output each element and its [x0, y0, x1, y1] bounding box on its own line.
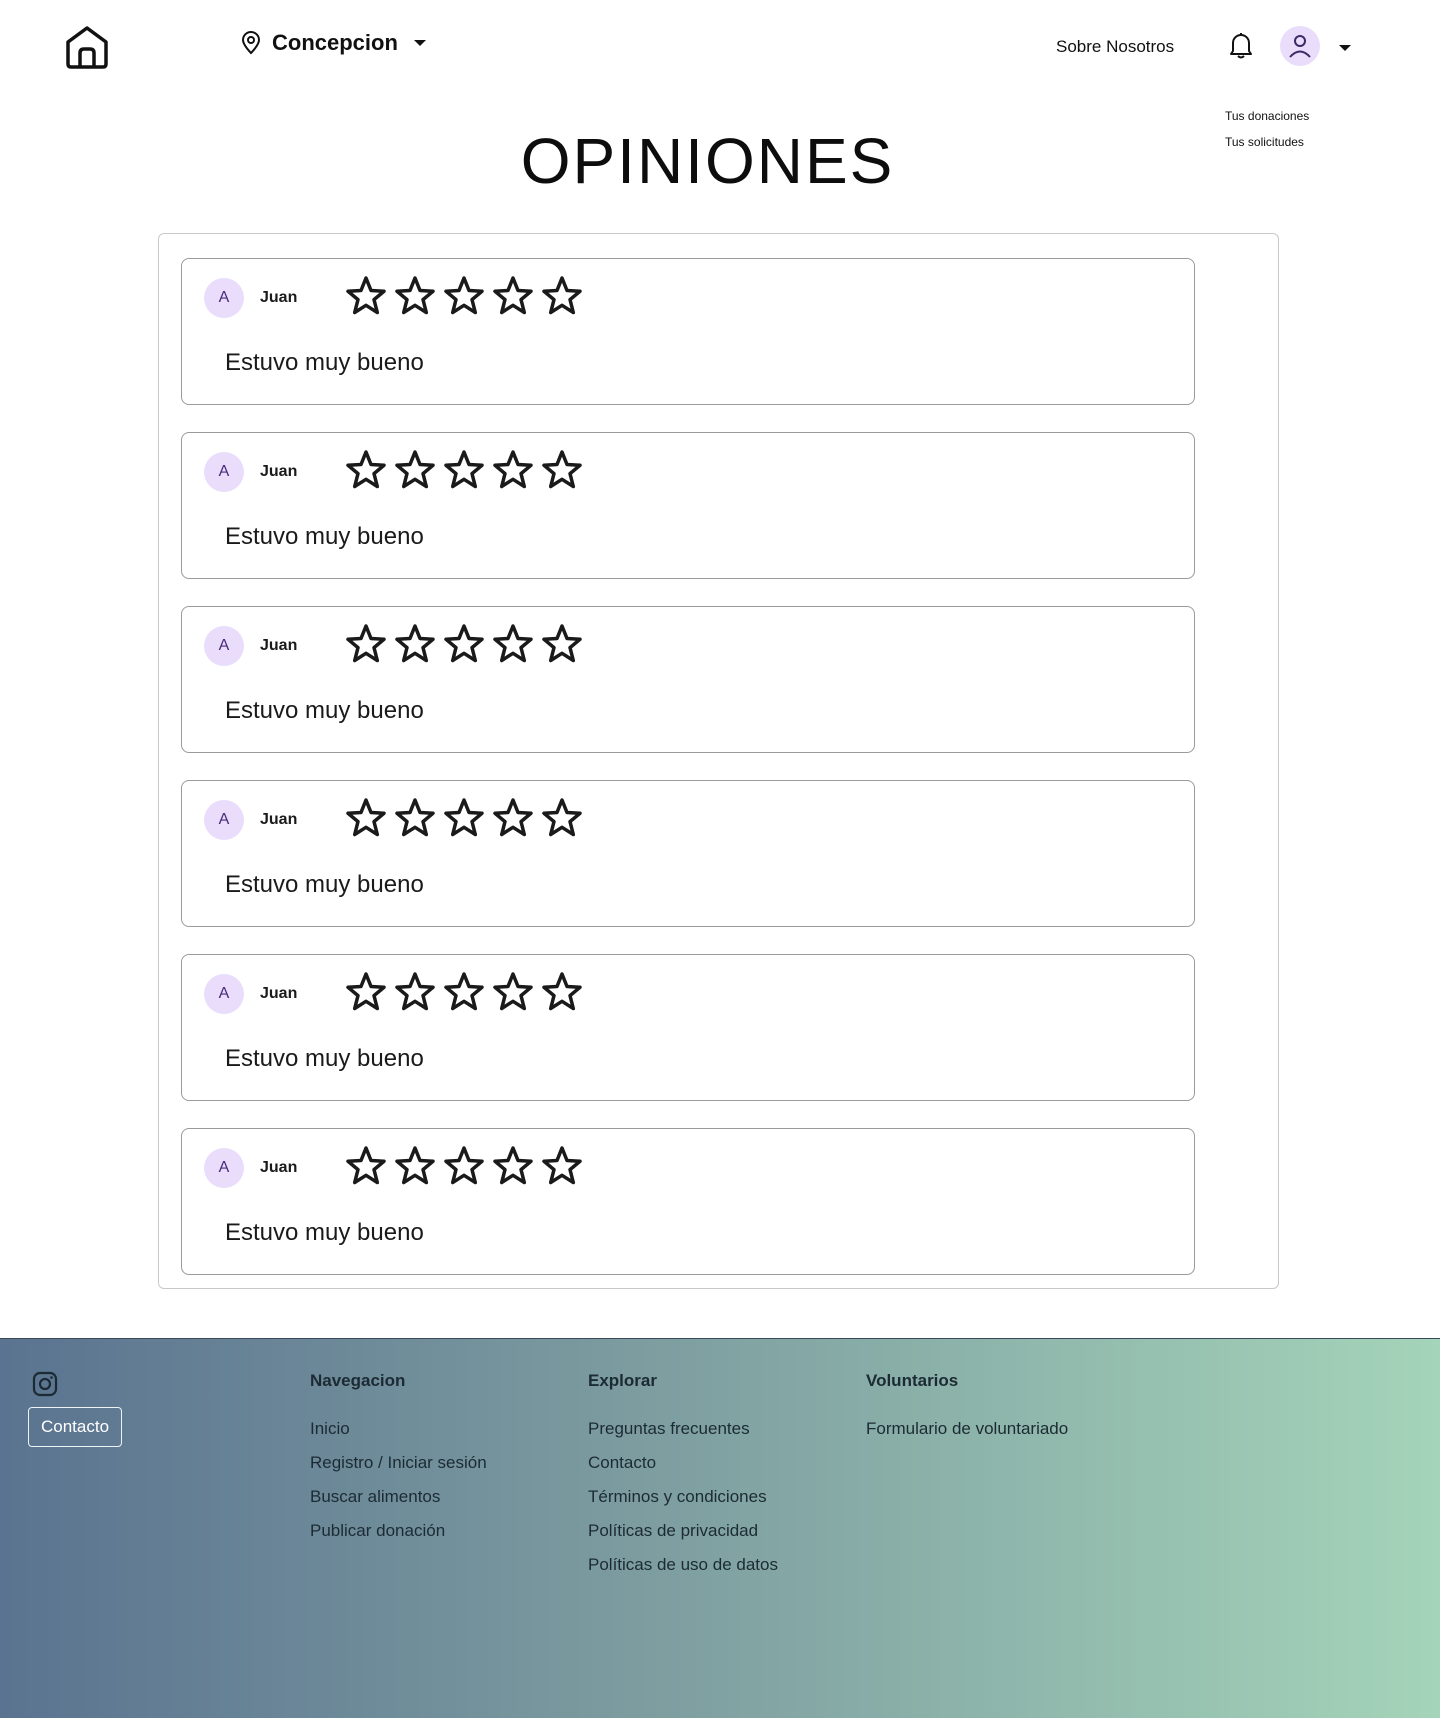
star-outline-icon[interactable] [540, 622, 584, 666]
star-outline-icon[interactable] [393, 622, 437, 666]
star-outline-icon[interactable] [393, 448, 437, 492]
star-outline-icon[interactable] [344, 622, 388, 666]
star-outline-icon[interactable] [393, 796, 437, 840]
top-nav: Concepcion Sobre Nosotros Tus donaciones… [0, 0, 1440, 149]
star-outline-icon[interactable] [540, 448, 584, 492]
home-icon[interactable] [64, 24, 110, 70]
star-outline-icon[interactable] [393, 1144, 437, 1188]
review-text: Estuvo muy bueno [225, 1219, 424, 1246]
star-outline-icon[interactable] [344, 796, 388, 840]
nav-link-about[interactable]: Sobre Nosotros [1056, 37, 1174, 57]
star-rating [344, 970, 584, 1014]
review-card: A Juan Estuvo muy bueno [181, 780, 1195, 927]
review-card: A Juan Estuvo muy bueno [181, 432, 1195, 579]
star-outline-icon[interactable] [540, 970, 584, 1014]
footer-link-login[interactable]: Registro / Iniciar sesión [310, 1453, 487, 1487]
review-card: A Juan Estuvo muy bueno [181, 954, 1195, 1101]
reviewer-avatar: A [204, 452, 244, 492]
footer: Contacto Navegacion Inicio Registro / In… [0, 1338, 1440, 1718]
footer-link-terms[interactable]: Términos y condiciones [588, 1487, 778, 1521]
star-outline-icon[interactable] [491, 448, 535, 492]
star-rating [344, 274, 584, 318]
location-selector[interactable]: Concepcion [240, 30, 428, 56]
footer-heading: Voluntarios [866, 1371, 959, 1390]
star-rating [344, 796, 584, 840]
star-rating [344, 448, 584, 492]
star-outline-icon[interactable] [442, 274, 486, 318]
review-text: Estuvo muy bueno [225, 697, 424, 724]
reviewer-avatar: A [204, 974, 244, 1014]
reviewer-avatar: A [204, 278, 244, 318]
star-outline-icon[interactable] [442, 448, 486, 492]
reviewer-avatar: A [204, 800, 244, 840]
bell-icon[interactable] [1228, 30, 1254, 60]
footer-link-inicio[interactable]: Inicio [310, 1419, 487, 1453]
star-outline-icon[interactable] [344, 970, 388, 1014]
review-text: Estuvo muy bueno [225, 871, 424, 898]
star-outline-icon[interactable] [344, 448, 388, 492]
star-outline-icon[interactable] [344, 1144, 388, 1188]
footer-heading: Explorar [588, 1371, 657, 1390]
footer-link-contact[interactable]: Contacto [588, 1453, 778, 1487]
footer-column-navegacion: Navegacion Inicio Registro / Iniciar ses… [310, 1371, 487, 1555]
star-outline-icon[interactable] [491, 274, 535, 318]
star-outline-icon[interactable] [442, 796, 486, 840]
reviewer-avatar: A [204, 626, 244, 666]
review-card: A Juan Estuvo muy bueno [181, 258, 1195, 405]
star-rating [344, 622, 584, 666]
star-outline-icon[interactable] [491, 1144, 535, 1188]
star-outline-icon[interactable] [442, 970, 486, 1014]
footer-heading: Navegacion [310, 1371, 406, 1390]
footer-link-data-policy[interactable]: Políticas de uso de datos [588, 1555, 778, 1589]
star-outline-icon[interactable] [491, 796, 535, 840]
footer-column-voluntarios: Voluntarios Formulario de voluntariado [866, 1371, 1068, 1453]
footer-link-publish-donation[interactable]: Publicar donación [310, 1521, 487, 1555]
star-rating [344, 1144, 584, 1188]
footer-link-search-food[interactable]: Buscar alimentos [310, 1487, 487, 1521]
star-outline-icon[interactable] [491, 970, 535, 1014]
footer-link-privacy[interactable]: Políticas de privacidad [588, 1521, 778, 1555]
review-text: Estuvo muy bueno [225, 1045, 424, 1072]
user-menu-chevron-icon[interactable] [1338, 44, 1352, 52]
star-outline-icon[interactable] [393, 970, 437, 1014]
reviewer-name: Juan [260, 463, 298, 480]
map-pin-icon [241, 31, 261, 55]
review-text: Estuvo muy bueno [225, 349, 424, 376]
star-outline-icon[interactable] [442, 622, 486, 666]
star-outline-icon[interactable] [540, 796, 584, 840]
user-avatar-button[interactable] [1280, 26, 1320, 66]
reviewer-avatar: A [204, 1148, 244, 1188]
star-outline-icon[interactable] [344, 274, 388, 318]
reviewer-name: Juan [260, 811, 298, 828]
chevron-down-icon [413, 40, 426, 46]
location-label: Concepcion [272, 30, 398, 55]
star-outline-icon[interactable] [540, 1144, 584, 1188]
footer-column-explorar: Explorar Preguntas frecuentes Contacto T… [588, 1371, 778, 1589]
reviewer-name: Juan [260, 289, 298, 306]
reviewer-name: Juan [260, 985, 298, 1002]
star-outline-icon[interactable] [491, 622, 535, 666]
instagram-icon[interactable] [32, 1371, 58, 1397]
reviewer-name: Juan [260, 1159, 298, 1176]
star-outline-icon[interactable] [393, 274, 437, 318]
user-icon [1289, 35, 1311, 58]
reviewer-name: Juan [260, 637, 298, 654]
star-outline-icon[interactable] [540, 274, 584, 318]
review-card: A Juan Estuvo muy bueno [181, 606, 1195, 753]
review-card: A Juan Estuvo muy bueno [181, 1128, 1195, 1275]
reviews-panel: A Juan Estuvo muy bueno A Juan Estuvo mu… [158, 233, 1279, 1289]
review-text: Estuvo muy bueno [225, 523, 424, 550]
footer-link-faq[interactable]: Preguntas frecuentes [588, 1419, 778, 1453]
contact-button[interactable]: Contacto [28, 1407, 123, 1447]
page-title: OPINIONES [520, 125, 895, 197]
star-outline-icon[interactable] [442, 1144, 486, 1188]
footer-link-volunteer-form[interactable]: Formulario de voluntariado [866, 1419, 1068, 1453]
